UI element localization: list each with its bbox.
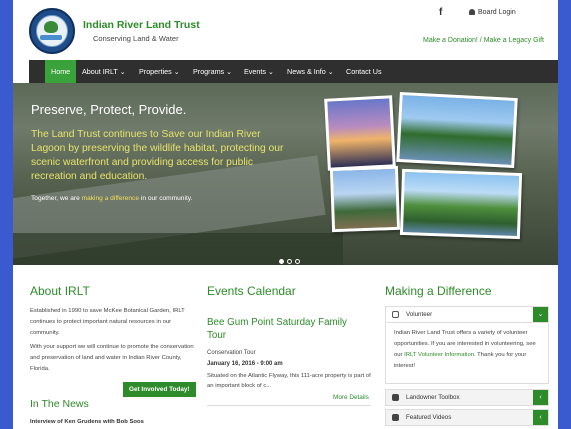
slider-dot-1[interactable]: [279, 259, 284, 264]
get-involved-button[interactable]: Get Involved Today!: [123, 382, 196, 397]
more-details-link[interactable]: More Details: [333, 394, 369, 401]
nav-news-info[interactable]: News & Info ⌄: [281, 60, 340, 83]
nav-properties[interactable]: Properties ⌄: [133, 60, 186, 83]
event-category: Conservation Tour: [207, 350, 256, 356]
about-title: About IRLT: [30, 284, 90, 298]
accordion-videos-label: Featured Videos: [406, 414, 452, 421]
chevron-down-icon[interactable]: ⌄: [533, 307, 548, 322]
briefcase-icon: [392, 394, 399, 401]
nav-contact[interactable]: Contact Us: [340, 60, 388, 83]
donation-links[interactable]: Make a Donation! / Make a Legacy Gift: [423, 37, 544, 44]
news-title: In The News: [30, 398, 89, 410]
board-login-link[interactable]: Board Login: [469, 9, 516, 16]
event-divider: [207, 405, 371, 406]
slider-dot-2[interactable]: [287, 259, 292, 264]
hero-tagline: Together, we are making a difference in …: [31, 195, 192, 202]
nav-events[interactable]: Events ⌄: [238, 60, 280, 83]
hero-title: Preserve, Protect, Provide.: [31, 102, 187, 117]
event-date: January 16, 2016 - 9:00 am: [207, 361, 283, 367]
page: Indian River Land Trust Conserving Land …: [13, 0, 558, 429]
main-nav: Home About IRLT ⌄ Properties ⌄ Programs …: [29, 60, 558, 83]
hero-text: The Land Trust continues to Save our Ind…: [31, 129, 284, 182]
hand-icon: [392, 311, 399, 318]
about-paragraph-1: Established in 1990 to save McKee Botani…: [30, 308, 185, 336]
nav-about[interactable]: About IRLT ⌄: [76, 60, 132, 83]
chevron-left-icon[interactable]: ‹: [533, 390, 548, 405]
volunteer-info-link[interactable]: IRLT Volunteer Information: [404, 352, 474, 358]
accordion-volunteer-body: Indian River Land Trust offers a variety…: [385, 324, 549, 384]
site-tagline: Conserving Land & Water: [93, 34, 179, 43]
photo-river-creek: [399, 168, 523, 240]
chevron-left-icon[interactable]: ‹: [533, 410, 548, 425]
slider-dot-3[interactable]: [295, 259, 300, 264]
site-header: Indian River Land Trust Conserving Land …: [13, 0, 558, 58]
nav-home[interactable]: Home: [45, 60, 77, 83]
accordion-featured-videos[interactable]: Featured Videos ‹: [385, 409, 549, 426]
hero-slider[interactable]: Preserve, Protect, Provide. The Land Tru…: [13, 83, 558, 265]
events-title: Events Calendar: [207, 284, 296, 298]
photo-boardwalk: [329, 165, 401, 233]
hero-tag-before: Together, we are: [31, 195, 82, 202]
board-login-label: Board Login: [478, 9, 516, 16]
about-paragraph-2: With your support we will continue to pr…: [30, 344, 194, 372]
accordion-toolbox-label: Landowner Toolbox: [406, 394, 460, 401]
logo-tree-icon: [44, 21, 58, 33]
news-item[interactable]: Interview of Ken Grudens with Bob Soos: [30, 419, 144, 425]
irlt-logo[interactable]: [29, 8, 75, 54]
volunteer-text: Indian River Land Trust offers a variety…: [394, 328, 544, 372]
difference-title: Making a Difference: [385, 284, 492, 298]
accordion-volunteer-label: Volunteer: [406, 311, 433, 318]
user-icon: [469, 9, 475, 15]
slider-dots: [279, 251, 303, 265]
video-camera-icon: [392, 414, 399, 421]
photo-sunset-dock: [324, 95, 396, 171]
photo-lagoon-mangroves: [396, 91, 518, 169]
logo-water-icon: [40, 35, 62, 40]
hero-tag-after: in our community.: [139, 195, 193, 202]
accordion-landowner-toolbox[interactable]: Landowner Toolbox ‹: [385, 389, 549, 406]
accordion-volunteer[interactable]: Volunteer ⌄: [385, 306, 549, 323]
site-title[interactable]: Indian River Land Trust: [83, 19, 200, 31]
event-description: Situated on the Atlantic Flyway, this 11…: [207, 373, 371, 389]
hero-tag-highlight[interactable]: making a difference: [82, 195, 139, 202]
facebook-icon[interactable]: f: [439, 7, 442, 18]
nav-programs[interactable]: Programs ⌄: [187, 60, 238, 83]
event-title[interactable]: Bee Gum Point Saturday Family Tour: [207, 316, 367, 342]
